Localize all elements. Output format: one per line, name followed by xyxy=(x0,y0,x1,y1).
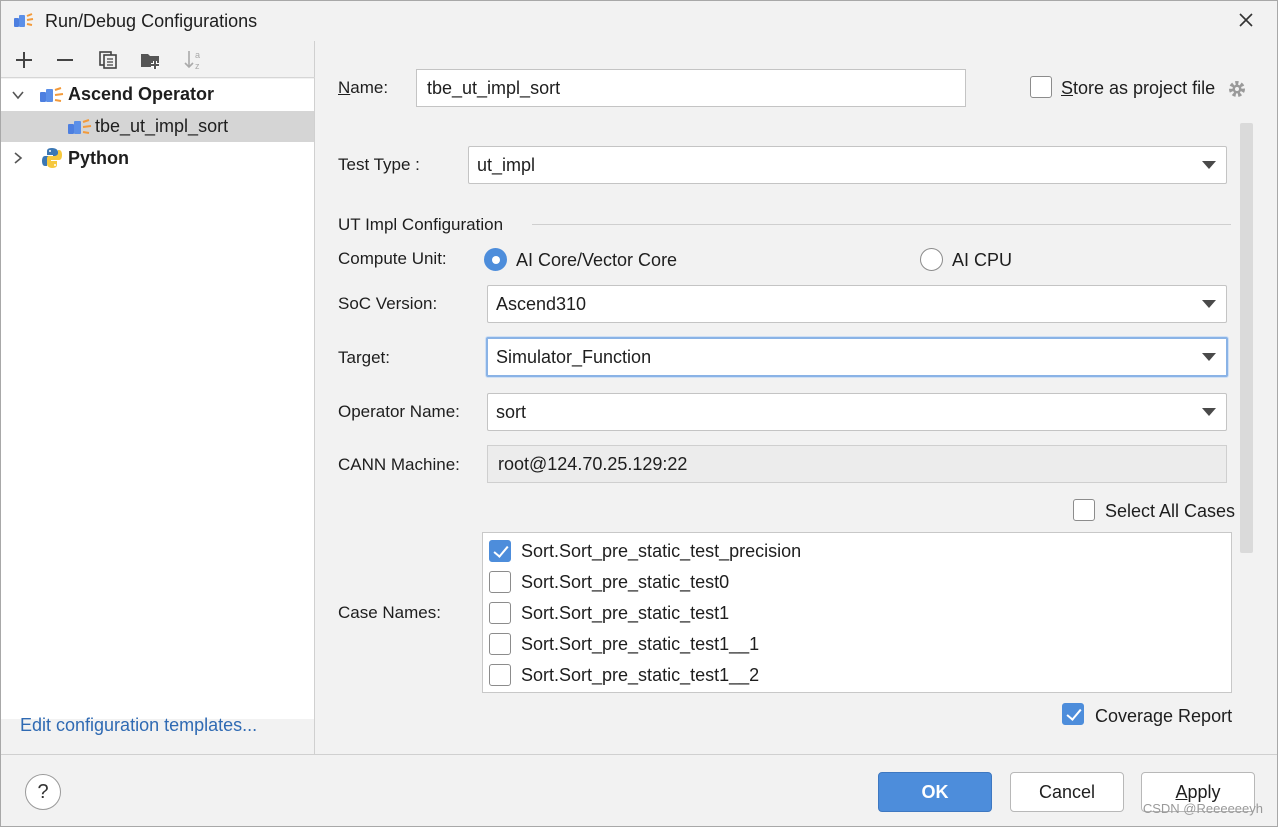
svg-text:a: a xyxy=(195,50,200,60)
section-divider xyxy=(532,224,1231,225)
case-name: Sort.Sort_pre_static_test0 xyxy=(521,572,730,592)
tree-item-label: tbe_ut_impl_sort xyxy=(95,116,229,136)
ascend-operator-icon xyxy=(68,119,92,134)
ai-cpu-radio[interactable] xyxy=(920,248,943,271)
dialog-footer: ? OK Cancel Apply CSDN @Reeeeeeyh xyxy=(1,754,1277,826)
cann-machine-field: root@124.70.25.129:22 xyxy=(487,445,1227,483)
case-names-label: Case Names: xyxy=(338,603,441,622)
svg-text:z: z xyxy=(195,61,200,71)
remove-icon[interactable] xyxy=(52,48,78,72)
target-label: Target: xyxy=(338,348,390,367)
soc-version-label: SoC Version: xyxy=(338,294,438,313)
store-as-project-file-label: Store as project file xyxy=(1061,78,1216,98)
scrollbar[interactable] xyxy=(1240,123,1253,553)
case-name: Sort.Sort_pre_static_test_precision xyxy=(521,541,802,561)
chevron-right-icon[interactable] xyxy=(11,151,25,165)
window-title: Run/Debug Configurations xyxy=(45,11,258,31)
configuration-editor: Name: tbe_ut_impl_sort Store as project … xyxy=(316,41,1277,754)
add-icon[interactable] xyxy=(11,48,37,72)
close-icon[interactable] xyxy=(1233,7,1259,33)
new-folder-icon[interactable] xyxy=(138,48,164,72)
configurations-sidebar: az Ascend Operator tbe_ut_impl_sort Pyth… xyxy=(1,41,315,754)
coverage-report-label: Coverage Report xyxy=(1095,706,1233,726)
coverage-report-checkbox[interactable] xyxy=(1062,703,1084,725)
chevron-down-icon xyxy=(1202,300,1216,308)
name-field[interactable]: tbe_ut_impl_sort xyxy=(416,69,966,107)
select-all-cases-checkbox[interactable] xyxy=(1073,499,1095,521)
case-checkbox[interactable] xyxy=(489,633,511,655)
run-debug-configurations-dialog: Run/Debug Configurations az Ascend Opera… xyxy=(0,0,1278,827)
compute-unit-label: Compute Unit: xyxy=(338,249,447,268)
watermark: CSDN @Reeeeeeyh xyxy=(1142,801,1263,816)
sidebar-toolbar: az xyxy=(1,41,315,78)
operator-name-dropdown[interactable]: sort xyxy=(487,393,1227,431)
title-bar: Run/Debug Configurations xyxy=(1,1,1277,41)
tree-group-label: Python xyxy=(68,148,129,168)
ai-core-label: AI Core/Vector Core xyxy=(516,250,678,270)
case-checkbox[interactable] xyxy=(489,664,511,686)
section-title: UT Impl Configuration xyxy=(338,215,504,234)
configurations-tree: Ascend Operator tbe_ut_impl_sort Python xyxy=(1,79,314,719)
target-dropdown[interactable]: Simulator_Function xyxy=(486,337,1228,377)
sort-icon[interactable]: az xyxy=(181,48,207,72)
python-icon xyxy=(42,148,62,168)
tree-item-tbe-ut-impl-sort[interactable]: tbe_ut_impl_sort xyxy=(1,111,314,142)
gear-icon[interactable] xyxy=(1226,78,1248,100)
name-label: Name: xyxy=(338,78,389,97)
case-checkbox[interactable] xyxy=(489,571,511,593)
case-checkbox[interactable] xyxy=(489,602,511,624)
cancel-button[interactable]: Cancel xyxy=(1010,772,1124,812)
case-checkbox[interactable] xyxy=(489,540,511,562)
edit-configuration-templates-link[interactable]: Edit configuration templates... xyxy=(20,715,257,736)
help-button[interactable]: ? xyxy=(25,774,61,810)
case-names-list: Sort.Sort_pre_static_test_precision Sort… xyxy=(482,532,1232,693)
store-as-project-file-checkbox[interactable] xyxy=(1030,76,1052,98)
case-name: Sort.Sort_pre_static_test1 xyxy=(521,603,730,623)
list-item[interactable]: Sort.Sort_pre_static_test0 xyxy=(487,567,1227,598)
tree-group-python[interactable]: Python xyxy=(1,143,314,174)
list-item[interactable]: Sort.Sort_pre_static_test_precision xyxy=(487,536,1227,567)
select-all-cases-label: Select All Cases xyxy=(1105,501,1236,521)
case-name: Sort.Sort_pre_static_test1__1 xyxy=(521,634,760,654)
cann-machine-label: CANN Machine: xyxy=(338,455,460,474)
copy-icon[interactable] xyxy=(95,48,121,72)
list-item[interactable]: Sort.Sort_pre_static_test1__1 xyxy=(487,629,1227,660)
case-name: Sort.Sort_pre_static_test1__2 xyxy=(521,665,760,685)
chevron-down-icon xyxy=(1202,353,1216,361)
chevron-down-icon xyxy=(1202,161,1216,169)
ok-button[interactable]: OK xyxy=(878,772,992,812)
ascend-operator-icon xyxy=(14,13,34,27)
tree-group-label: Ascend Operator xyxy=(68,84,215,104)
list-item[interactable]: Sort.Sort_pre_static_test1 xyxy=(487,598,1227,629)
test-type-dropdown[interactable]: ut_impl xyxy=(468,146,1227,184)
ascend-operator-icon xyxy=(40,87,64,102)
operator-name-label: Operator Name: xyxy=(338,402,460,421)
list-item[interactable]: Sort.Sort_pre_static_test1__2 xyxy=(487,660,1227,691)
tree-group-ascend-operator[interactable]: Ascend Operator xyxy=(1,79,314,110)
chevron-down-icon[interactable] xyxy=(11,88,25,102)
chevron-down-icon xyxy=(1202,408,1216,416)
ai-core-radio[interactable] xyxy=(484,248,507,271)
soc-version-dropdown[interactable]: Ascend310 xyxy=(487,285,1227,323)
test-type-label: Test Type : xyxy=(338,155,420,174)
ai-cpu-label: AI CPU xyxy=(952,250,1013,270)
